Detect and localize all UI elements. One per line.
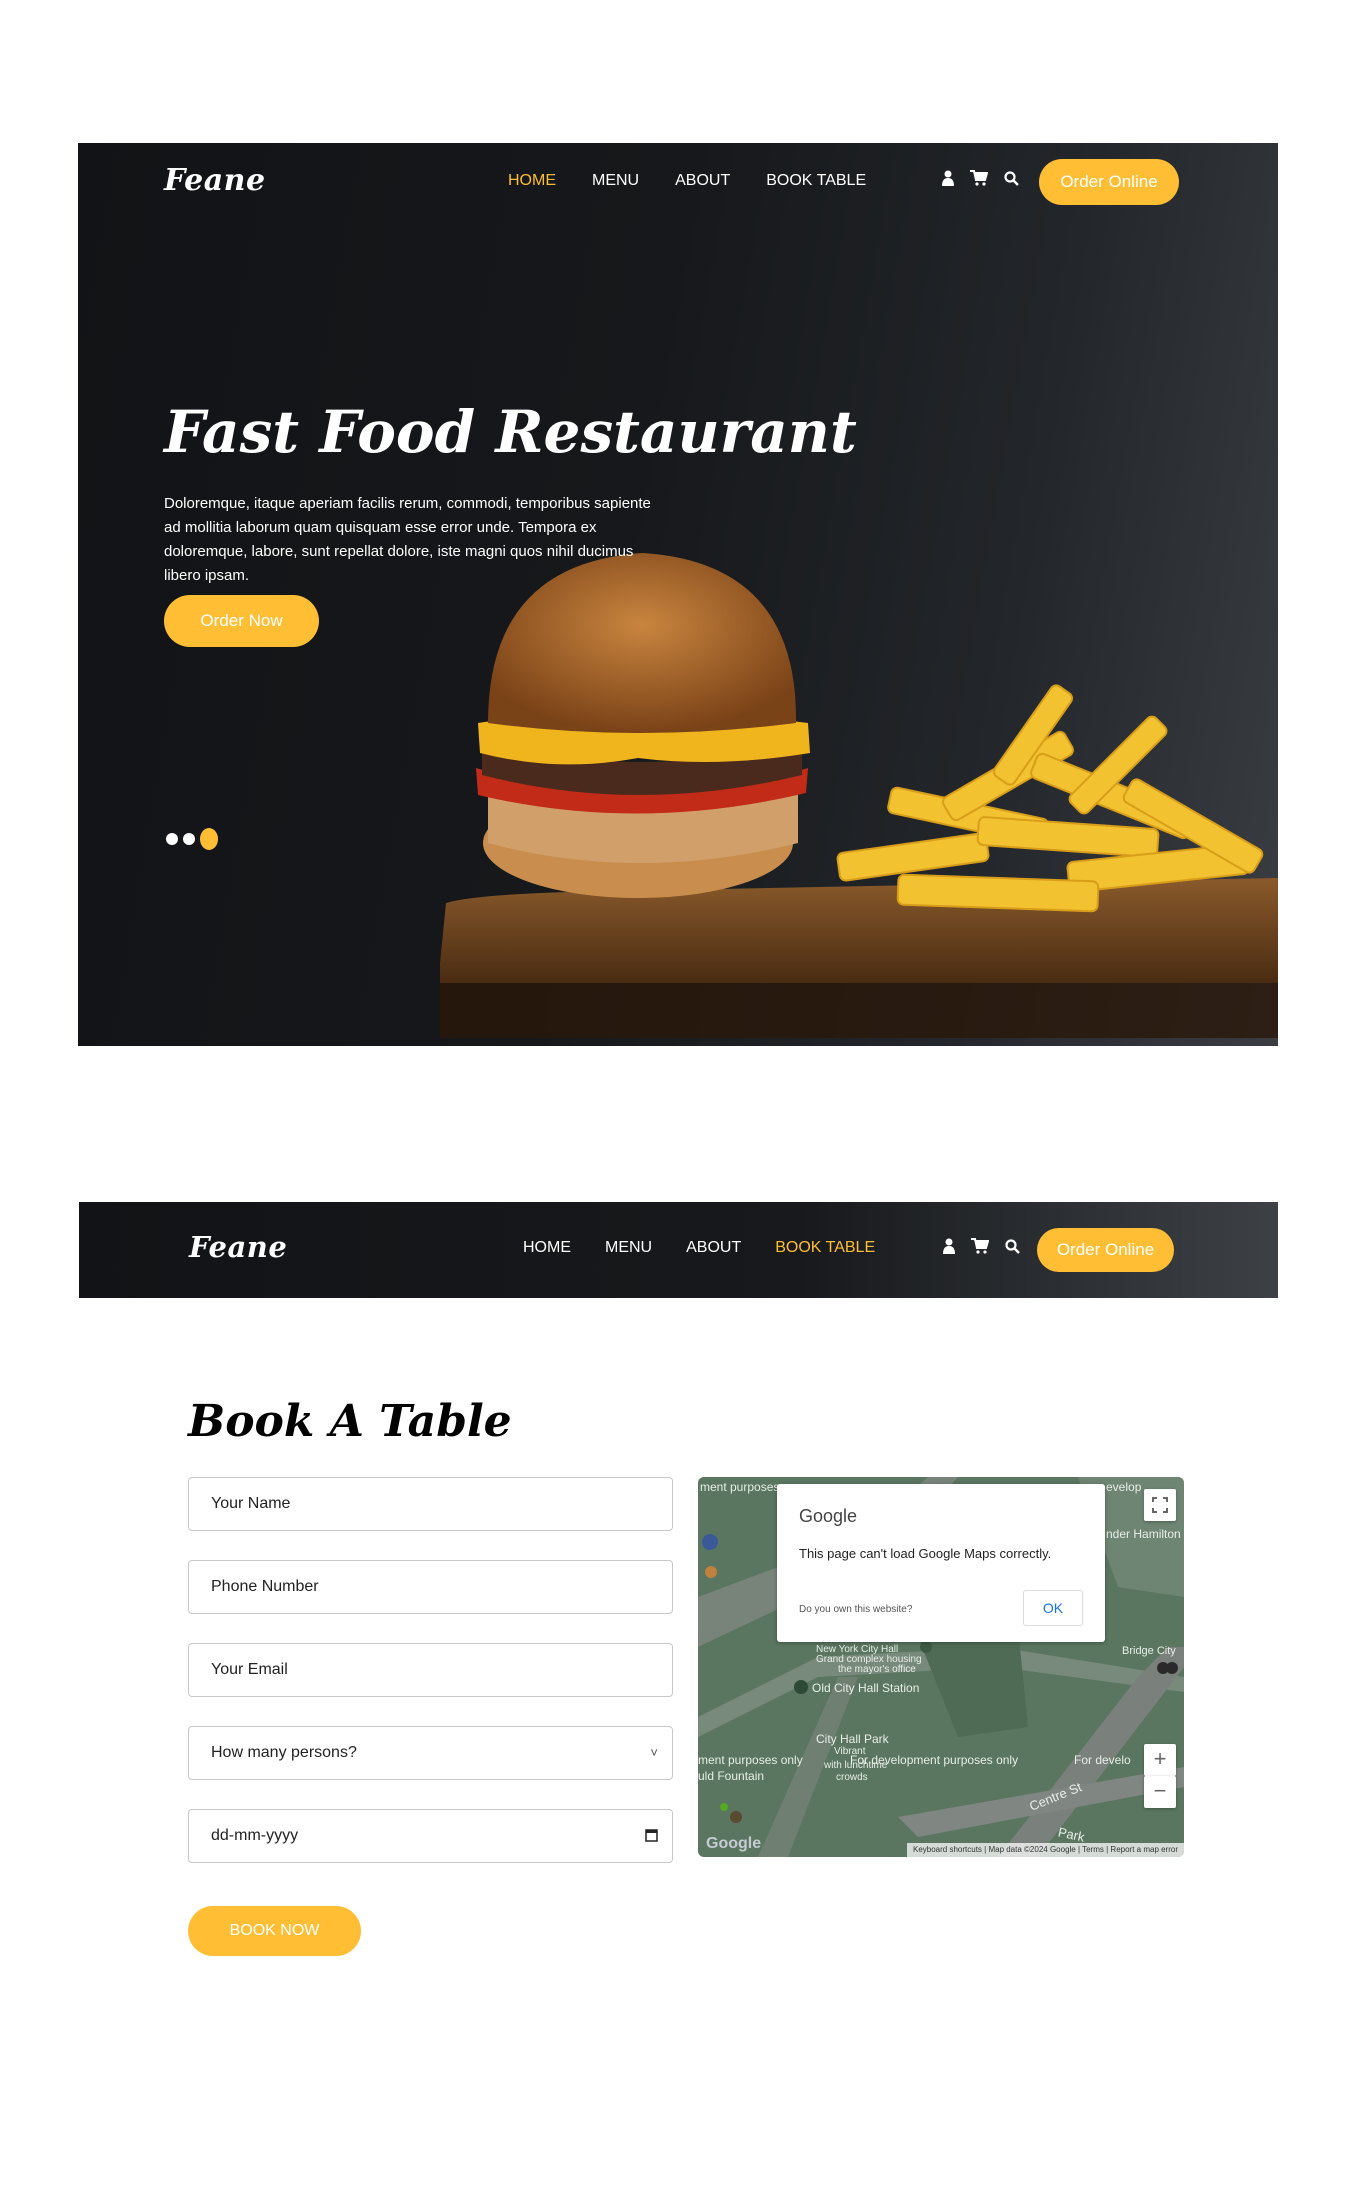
- persons-select-value: How many persons?: [211, 1744, 357, 1761]
- booking-navbar: Feane HOME MENU ABOUT BOOK TABLE Order O…: [79, 1202, 1278, 1298]
- order-online-button[interactable]: Order Online: [1037, 1228, 1174, 1272]
- nav-icons: [943, 1238, 1020, 1254]
- book-table-heading: Book A Table: [188, 1396, 512, 1447]
- email-field[interactable]: Your Email: [188, 1643, 673, 1697]
- map-label: nder Hamilton: [1106, 1527, 1181, 1541]
- nav-home[interactable]: HOME: [508, 172, 556, 190]
- map-label: uld Fountain: [698, 1769, 765, 1783]
- search-icon[interactable]: [1005, 1238, 1020, 1254]
- nav-icons: [942, 170, 1019, 186]
- zoom-in-button[interactable]: +: [1144, 1744, 1176, 1776]
- logo[interactable]: Feane: [164, 163, 266, 198]
- nav-book-table[interactable]: BOOK TABLE: [766, 172, 866, 190]
- order-online-button[interactable]: Order Online: [1039, 159, 1179, 205]
- google-logo: Google: [706, 1835, 762, 1852]
- slider-indicators: [166, 828, 218, 850]
- nav-home[interactable]: HOME: [523, 1239, 571, 1257]
- chevron-down-icon: ˅: [650, 1745, 658, 1760]
- order-now-button[interactable]: Order Now: [164, 595, 319, 647]
- hero-description: Doloremque, itaque aperiam facilis rerum…: [164, 495, 651, 584]
- map-error-message: This page can't load Google Maps correct…: [799, 1546, 1052, 1561]
- map-label: ment purposes only: [698, 1753, 803, 1767]
- cart-icon[interactable]: [970, 170, 988, 186]
- date-field-value: dd-mm-yyyy: [211, 1827, 299, 1844]
- map-footer[interactable]: Keyboard shortcuts | Map data ©2024 Goog…: [907, 1843, 1184, 1857]
- fullscreen-icon[interactable]: [1144, 1489, 1176, 1521]
- nav-links: HOME MENU ABOUT BOOK TABLE: [508, 172, 866, 190]
- map-label: crowds: [836, 1772, 868, 1783]
- slide-dot-2[interactable]: [183, 833, 195, 845]
- nav-about[interactable]: ABOUT: [686, 1239, 741, 1257]
- book-now-button[interactable]: BOOK NOW: [188, 1906, 361, 1956]
- user-icon[interactable]: [942, 170, 954, 186]
- date-field[interactable]: dd-mm-yyyy: [188, 1809, 673, 1863]
- nav-links: HOME MENU ABOUT BOOK TABLE: [523, 1239, 875, 1257]
- google-brand: Google: [799, 1506, 858, 1526]
- user-icon[interactable]: [943, 1238, 955, 1254]
- hero-title: Fast Food Restaurant: [164, 398, 857, 466]
- nav-about[interactable]: ABOUT: [675, 172, 730, 190]
- dialog-ok-button[interactable]: OK: [1023, 1590, 1083, 1626]
- phone-field[interactable]: Phone Number: [188, 1560, 673, 1614]
- zoom-out-button[interactable]: −: [1144, 1776, 1176, 1808]
- calendar-icon[interactable]: [645, 1828, 658, 1842]
- nav-menu[interactable]: MENU: [592, 172, 639, 190]
- hero-navbar: Feane HOME MENU ABOUT BOOK TABLE Order O…: [78, 143, 1278, 223]
- google-map[interactable]: ment purposes evelop nder Hamilton Bridg…: [698, 1477, 1184, 1857]
- map-label: For development purposes only: [850, 1753, 1019, 1767]
- map-label: Bridge City: [1122, 1645, 1176, 1657]
- map-label: City Hall Park: [816, 1732, 889, 1746]
- nav-menu[interactable]: MENU: [605, 1239, 652, 1257]
- nav-book-table[interactable]: BOOK TABLE: [775, 1239, 875, 1257]
- cart-icon[interactable]: [971, 1238, 989, 1254]
- name-field[interactable]: Your Name: [188, 1477, 673, 1531]
- logo[interactable]: Feane: [189, 1230, 287, 1264]
- persons-select[interactable]: How many persons? ˅: [188, 1726, 673, 1780]
- own-website-question[interactable]: Do you own this website?: [799, 1604, 912, 1615]
- map-label: the mayor's office: [838, 1664, 916, 1675]
- search-icon[interactable]: [1004, 170, 1019, 186]
- map-label: ment purposes: [700, 1480, 780, 1494]
- map-error-dialog: Google This page can't load Google Maps …: [777, 1484, 1105, 1642]
- slide-dot-3[interactable]: [200, 828, 218, 850]
- map-label: For develo: [1074, 1753, 1131, 1767]
- slide-dot-1[interactable]: [166, 833, 178, 845]
- hero-section: Feane HOME MENU ABOUT BOOK TABLE Order O…: [78, 143, 1278, 1046]
- map-label: Old City Hall Station: [812, 1681, 920, 1695]
- map-label: evelop: [1106, 1480, 1142, 1494]
